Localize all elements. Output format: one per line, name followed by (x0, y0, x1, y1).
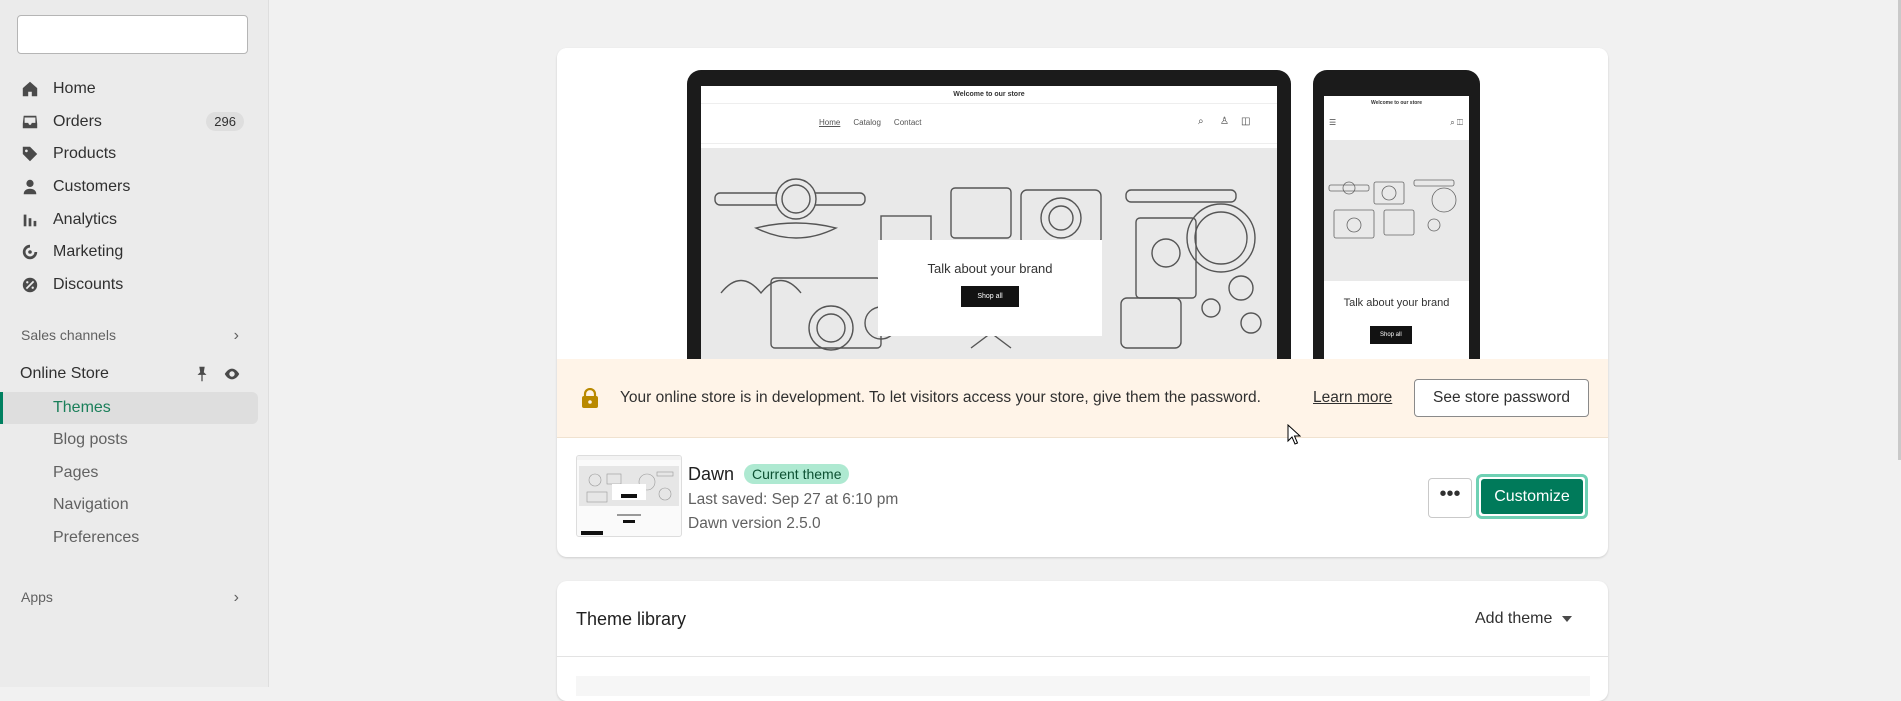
target-icon (20, 242, 40, 262)
nav-marketing[interactable]: Marketing (20, 238, 246, 266)
nav-orders[interactable]: Orders 296 (20, 108, 246, 136)
theme-version-text: Dawn version 2.5.0 (688, 515, 821, 532)
nav-discounts[interactable]: Discounts (20, 271, 246, 299)
sub-item-preferences[interactable]: Preferences (53, 525, 139, 551)
nav-label: Marketing (53, 243, 124, 260)
theme-library-title: Theme library (576, 609, 687, 629)
sub-item-pages[interactable]: Pages (53, 460, 98, 486)
store-nav-link: Home (819, 118, 841, 127)
hero-shop-button: Shop all (961, 286, 1019, 307)
store-announcement: Welcome to our store (701, 86, 1277, 104)
mobile-shop-button: Shop all (1370, 326, 1412, 344)
development-message: Your online store is in development. To … (620, 389, 1261, 406)
nav-customers[interactable]: Customers (20, 173, 246, 201)
sub-item-navigation[interactable]: Navigation (53, 492, 129, 518)
caret-down-icon (1562, 616, 1573, 622)
inbox-icon (20, 112, 40, 132)
home-icon (20, 79, 40, 99)
mobile-screen: Welcome to our store ☰ ⌕ ◫ Talk about yo… (1324, 96, 1469, 359)
eye-icon[interactable] (223, 365, 241, 383)
development-banner: Your online store is in development. To … (557, 359, 1608, 438)
store-nav-link: Catalog (853, 118, 881, 127)
nav-products[interactable]: Products (20, 140, 246, 168)
section-label: Sales channels (21, 327, 116, 343)
add-theme-label: Add theme (1475, 610, 1553, 627)
hero-illustration: Talk about your brand Shop all (701, 148, 1277, 359)
orders-count-badge: 296 (206, 112, 244, 131)
menu-icon: ☰ (1329, 118, 1337, 127)
bar-chart-icon (20, 210, 40, 230)
sub-item-themes[interactable]: Themes (53, 395, 111, 421)
search-input[interactable] (17, 15, 248, 54)
section-label: Apps (21, 589, 53, 605)
hero-title: Talk about your brand (927, 261, 1053, 276)
last-saved-text: Last saved: Sep 27 at 6:10 pm (688, 491, 899, 508)
nav-online-store[interactable]: Online Store (20, 360, 246, 396)
pin-icon[interactable] (193, 365, 211, 383)
customize-button[interactable]: Customize (1476, 474, 1588, 519)
divider (557, 656, 1608, 657)
nav-label: Products (53, 145, 117, 162)
desktop-preview: Welcome to our store Home Catalog Contac… (687, 70, 1291, 359)
theme-name: Dawn (688, 464, 735, 484)
sub-item-blog-posts[interactable]: Blog posts (53, 427, 128, 453)
theme-preview: Welcome to our store Home Catalog Contac… (557, 48, 1608, 359)
active-indicator (0, 392, 3, 424)
see-store-password-button[interactable]: See store password (1414, 379, 1589, 417)
mobile-preview: Welcome to our store ☰ ⌕ ◫ Talk about yo… (1313, 70, 1480, 359)
discount-icon (20, 275, 40, 295)
chevron-right-icon: › (233, 327, 239, 344)
store-header: Home Catalog Contact ⌕ ♙ ◫ (701, 104, 1277, 144)
sidebar: Home Orders 296 Products Customers Analy… (0, 0, 269, 687)
nav-analytics[interactable]: Analytics (20, 206, 246, 234)
desktop-screen: Welcome to our store Home Catalog Contac… (701, 86, 1277, 359)
nav-label: Home (53, 80, 96, 97)
search-icon: ⌕ (1198, 116, 1204, 127)
nav-label: Analytics (53, 211, 118, 228)
cart-icon: ⌕ ◫ (1450, 118, 1463, 127)
nav-label: Online Store (20, 365, 109, 382)
apps-section[interactable]: Apps › (21, 589, 247, 606)
nav-label: Customers (53, 178, 131, 195)
tag-icon (20, 144, 40, 164)
current-theme-row: Dawn Current theme Last saved: Sep 27 at… (557, 438, 1608, 557)
current-theme-card: Welcome to our store Home Catalog Contac… (557, 48, 1608, 557)
theme-library-card: Theme library Add theme (557, 581, 1608, 701)
sales-channels-section[interactable]: Sales channels › (21, 327, 247, 344)
mobile-hero-title: Talk about your brand (1343, 297, 1450, 309)
lock-icon (582, 388, 598, 408)
cart-icon: ◫ (1241, 116, 1251, 127)
learn-more-link[interactable]: Learn more (1313, 389, 1392, 407)
nav-home[interactable]: Home (20, 75, 246, 103)
themes-active-highlight (0, 392, 258, 424)
hero-brand-box: Talk about your brand Shop all (878, 240, 1102, 336)
current-theme-badge: Current theme (744, 464, 850, 484)
theme-thumbnail (576, 455, 682, 537)
customize-label: Customize (1481, 479, 1583, 514)
library-content (576, 676, 1590, 696)
mobile-hero (1324, 140, 1469, 281)
nav-label: Discounts (53, 276, 124, 293)
person-icon (20, 177, 40, 197)
more-actions-button[interactable]: ••• (1428, 478, 1472, 518)
cursor-icon (1287, 424, 1301, 445)
chevron-right-icon: › (233, 589, 239, 606)
store-nav-link: Contact (893, 118, 922, 127)
store-announcement: Welcome to our store (1370, 100, 1423, 106)
nav-label: Orders (53, 113, 102, 130)
add-theme-button[interactable]: Add theme (1475, 610, 1573, 628)
account-icon: ♙ (1220, 116, 1229, 127)
